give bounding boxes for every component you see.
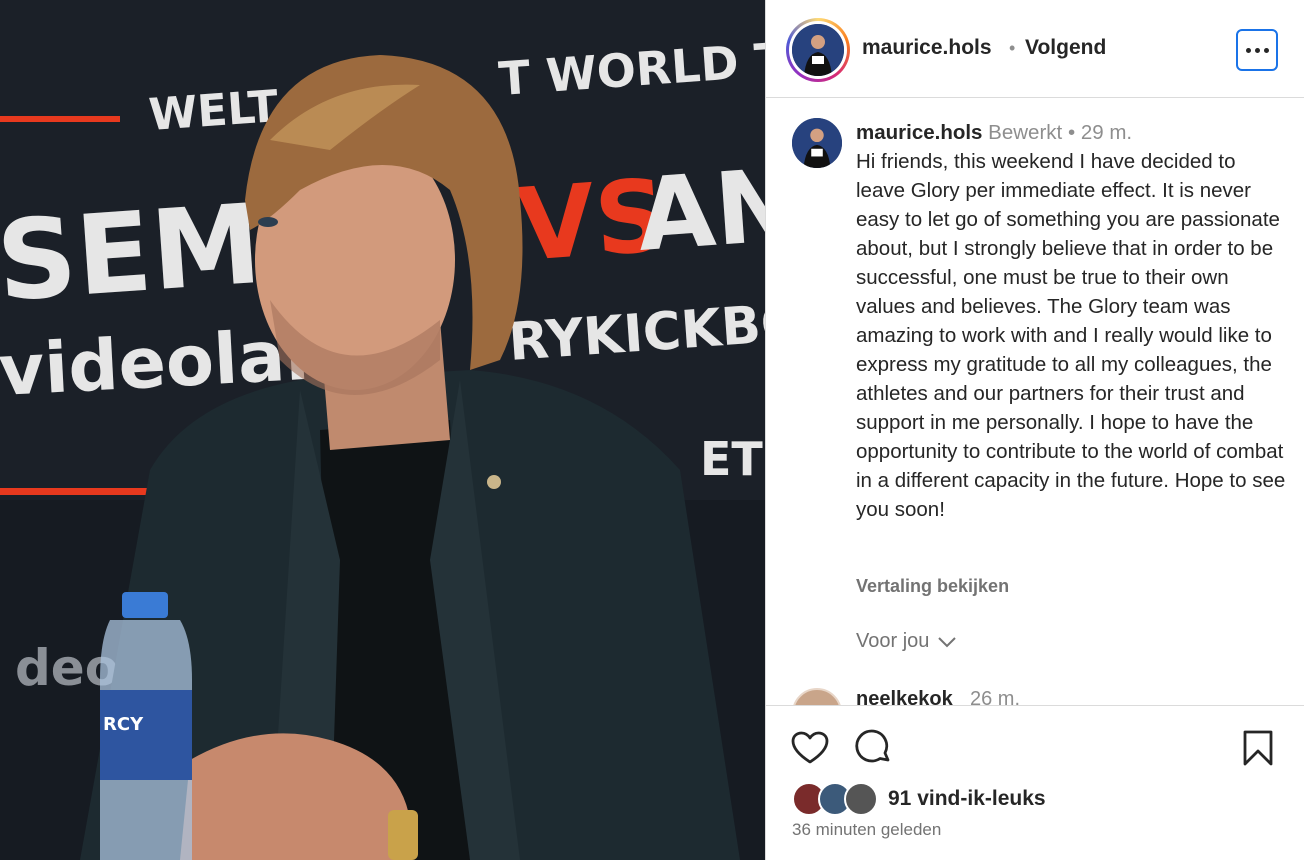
separator-dot: •: [1009, 38, 1016, 58]
post-photo-artwork: WELT T WORLD TIT SEMEL VS AN videolar RY…: [0, 0, 765, 860]
chevron-down-icon: [938, 636, 957, 647]
for-you-label: Voor jou: [856, 630, 930, 652]
separator-dot: •: [1067, 121, 1076, 144]
caption-username[interactable]: maurice.hols: [856, 121, 982, 144]
post-photo[interactable]: WELT T WORLD TIT SEMEL VS AN videolar RY…: [0, 0, 765, 860]
watch: [388, 810, 418, 860]
red-stripe: [0, 116, 120, 122]
caption-time: 29 m.: [1080, 121, 1133, 144]
caption-text: Hi friends, this weekend I have decided …: [856, 150, 1286, 521]
bookmark-icon[interactable]: [1238, 728, 1278, 768]
backdrop-text: ET: [700, 432, 763, 486]
heart-icon[interactable]: [790, 728, 830, 768]
post-caption: maurice.hols Bewerkt • 29 m. Hi friends,…: [856, 118, 1286, 524]
water-bottle: RCY: [100, 592, 192, 860]
avatar[interactable]: [792, 688, 842, 706]
caption-avatar[interactable]: [792, 118, 842, 168]
comment-username[interactable]: neelkekok: [856, 688, 953, 706]
backdrop-text: AN: [634, 146, 765, 274]
comment-time: 26 m.: [970, 688, 1021, 706]
lapel-pin: [487, 475, 501, 489]
header-username[interactable]: maurice.hols: [862, 36, 992, 60]
story-ring[interactable]: [786, 18, 850, 82]
edited-label: Bewerkt: [988, 121, 1063, 144]
more-options-icon[interactable]: [1236, 29, 1278, 71]
likes-count[interactable]: 91 vind-ik-leuks: [888, 787, 1046, 811]
post-header: maurice.hols • Volgend: [766, 0, 1304, 98]
bottle-label: RCY: [103, 714, 144, 735]
action-bar: 91 vind-ik-leuks 36 minuten geleden: [766, 705, 1304, 860]
comment-item: neelkekok 26 m.: [792, 688, 1292, 706]
comment-icon[interactable]: [854, 728, 894, 768]
backdrop-text: WELT: [147, 81, 280, 141]
likes-summary[interactable]: 91 vind-ik-leuks: [792, 782, 1046, 816]
avatar: [792, 24, 844, 76]
avatar: [844, 782, 878, 816]
see-translation-link[interactable]: Vertaling bekijken: [856, 576, 1009, 597]
red-stripe: [0, 488, 160, 495]
post-sidebar: maurice.hols • Volgend maurice.hols Bewe…: [765, 0, 1304, 860]
post-timestamp[interactable]: 36 minuten geleden: [792, 820, 941, 840]
follow-status-button[interactable]: Volgend: [1025, 36, 1106, 60]
for-you-dropdown[interactable]: Voor jou: [856, 630, 957, 653]
